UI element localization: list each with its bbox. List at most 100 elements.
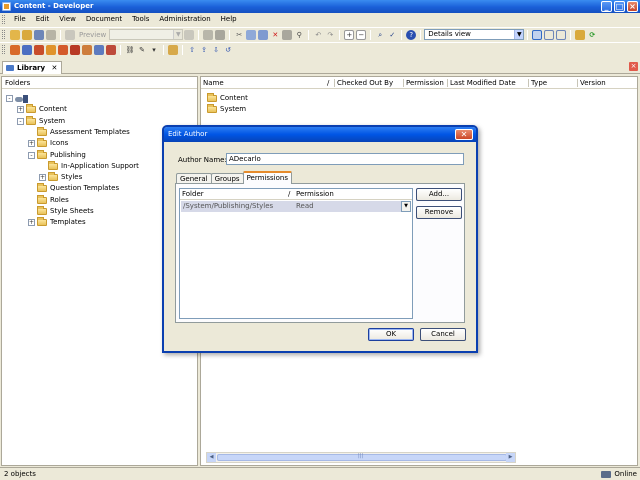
col-last-modified[interactable]: Last Modified Date xyxy=(450,77,516,89)
tree-item[interactable]: Question Templates xyxy=(28,183,119,194)
expand-toggle-icon[interactable]: + xyxy=(39,174,46,182)
maximize-button[interactable]: □ xyxy=(614,1,625,12)
check-out-icon[interactable]: ⇩ xyxy=(211,45,221,55)
menu-tools[interactable]: Tools xyxy=(127,13,154,26)
list-item[interactable]: Content xyxy=(207,93,248,104)
check-in-icon[interactable]: ⇪ xyxy=(199,45,209,55)
tree-item[interactable]: Assessment Templates xyxy=(28,126,130,138)
menu-administration[interactable]: Administration xyxy=(154,13,215,26)
expand-toggle-icon[interactable]: + xyxy=(17,106,24,114)
view-selector[interactable]: Details view ▼ xyxy=(424,29,525,40)
find-icon[interactable]: ⚲ xyxy=(294,30,304,40)
filter-icon[interactable]: ▾ xyxy=(149,45,159,55)
role-icon[interactable] xyxy=(82,44,92,55)
tab-close-icon[interactable]: ✕ xyxy=(52,64,58,72)
author-name-input[interactable]: ADecarlo xyxy=(226,153,464,165)
list-item[interactable]: System xyxy=(207,104,246,115)
help-doc-icon[interactable] xyxy=(215,29,226,40)
upload-icon[interactable]: ⇧ xyxy=(187,45,197,55)
expand-toggle-icon[interactable]: + xyxy=(28,140,35,148)
tree-item[interactable]: - Publishing xyxy=(28,149,86,161)
assessment-icon[interactable] xyxy=(106,44,116,55)
remove-permission-button[interactable]: Remove xyxy=(416,206,462,219)
collapse-icon[interactable]: − xyxy=(356,29,367,40)
columns-view-icon[interactable] xyxy=(556,29,567,40)
rename-icon[interactable] xyxy=(282,29,293,40)
tree-item[interactable]: + Content xyxy=(17,104,67,115)
menu-view[interactable]: View xyxy=(54,13,81,26)
spellcheck-icon[interactable]: ✓ xyxy=(387,30,397,40)
window-close-button[interactable]: × xyxy=(627,1,638,12)
link-icon[interactable]: ⛓ xyxy=(125,45,135,55)
edit-document-icon[interactable] xyxy=(168,44,178,55)
binoculars-icon[interactable]: ⌕ xyxy=(375,30,385,40)
menu-document[interactable]: Document xyxy=(81,13,127,26)
menu-file[interactable]: File xyxy=(9,13,31,26)
collapse-toggle-icon[interactable]: - xyxy=(6,95,13,102)
col-name[interactable]: Name xyxy=(203,77,224,89)
tab-library[interactable]: Library ✕ xyxy=(2,61,63,74)
menubar-grip-icon[interactable] xyxy=(2,15,5,24)
package-icon[interactable] xyxy=(58,44,68,55)
help-icon[interactable]: ? xyxy=(406,29,417,40)
expand-toggle-icon[interactable]: + xyxy=(28,219,35,227)
tree-item[interactable]: Style Sheets xyxy=(28,206,94,217)
save-icon[interactable] xyxy=(34,29,44,40)
col-version[interactable]: Version xyxy=(580,77,606,89)
history-icon[interactable]: ↺ xyxy=(223,45,233,55)
tree-item[interactable]: - System xyxy=(17,115,65,127)
chevron-down-icon[interactable]: ▼ xyxy=(173,30,183,39)
copy-icon[interactable] xyxy=(246,29,257,40)
paste-icon[interactable] xyxy=(258,29,269,40)
print-icon[interactable] xyxy=(46,29,56,40)
expand-icon[interactable]: + xyxy=(344,29,355,40)
dialog-close-icon[interactable]: ✕ xyxy=(455,129,473,140)
preview-icon[interactable] xyxy=(65,29,75,40)
scroll-left-icon[interactable]: ◀ xyxy=(207,453,216,462)
scrollbar-thumb[interactable] xyxy=(217,453,507,461)
tree-item[interactable]: Roles xyxy=(28,194,69,206)
col-checked-out-by[interactable]: Checked Out By xyxy=(337,77,393,89)
open-icon[interactable] xyxy=(22,29,32,40)
preview-combo[interactable]: ▼ xyxy=(109,29,184,40)
tree-item[interactable]: + Icons xyxy=(28,138,68,149)
split-view-icon[interactable] xyxy=(544,29,555,40)
question-icon[interactable] xyxy=(94,44,104,55)
tree-item[interactable]: + Templates xyxy=(28,217,86,228)
pane-close-icon[interactable]: × xyxy=(629,62,638,71)
chevron-down-icon[interactable]: ▼ xyxy=(401,201,411,212)
horizontal-scrollbar[interactable]: ◀ ▶ xyxy=(206,452,516,463)
attachment-icon[interactable]: ✎ xyxy=(137,45,147,55)
table-row[interactable]: /System/Publishing/Styles Read ▼ xyxy=(181,201,411,212)
collapse-toggle-icon[interactable]: - xyxy=(17,117,24,125)
toolbar-grip-icon[interactable] xyxy=(2,30,5,39)
chevron-down-icon[interactable]: ▼ xyxy=(514,30,524,39)
perm-col-folder[interactable]: Folder xyxy=(182,189,204,200)
redo-icon[interactable]: ↷ xyxy=(325,30,335,40)
minimize-button[interactable]: _ xyxy=(601,1,612,12)
glossary-icon[interactable] xyxy=(70,44,80,55)
permissions-list[interactable]: Folder / Permission /System/Publishing/S… xyxy=(179,188,413,319)
delete-icon[interactable]: ✕ xyxy=(270,30,280,40)
new-folder-icon[interactable] xyxy=(10,29,20,40)
topic-icon[interactable] xyxy=(34,44,44,55)
add-permission-button[interactable]: Add... xyxy=(416,188,462,201)
preview-button[interactable]: Preview xyxy=(76,30,109,40)
details-view-icon[interactable] xyxy=(532,29,543,40)
ok-button[interactable]: OK xyxy=(368,328,414,341)
cancel-button[interactable]: Cancel xyxy=(420,328,466,341)
target-icon[interactable] xyxy=(184,29,195,40)
collapse-toggle-icon[interactable]: - xyxy=(28,151,35,159)
tab-permissions[interactable]: Permissions xyxy=(242,171,292,184)
col-permission[interactable]: Permission xyxy=(406,77,444,89)
publish-icon[interactable] xyxy=(575,29,586,40)
undo-icon[interactable]: ↶ xyxy=(313,30,323,40)
web-page-icon[interactable] xyxy=(46,44,56,55)
col-type[interactable]: Type xyxy=(531,77,547,89)
scroll-right-icon[interactable]: ▶ xyxy=(506,453,515,462)
toolbar2-grip-icon[interactable] xyxy=(2,45,5,54)
cut-icon[interactable]: ✂ xyxy=(234,30,244,40)
tree-item[interactable]: + Styles xyxy=(39,172,82,183)
module-icon[interactable] xyxy=(10,44,20,55)
tree-item[interactable]: In-Application Support xyxy=(39,160,139,172)
